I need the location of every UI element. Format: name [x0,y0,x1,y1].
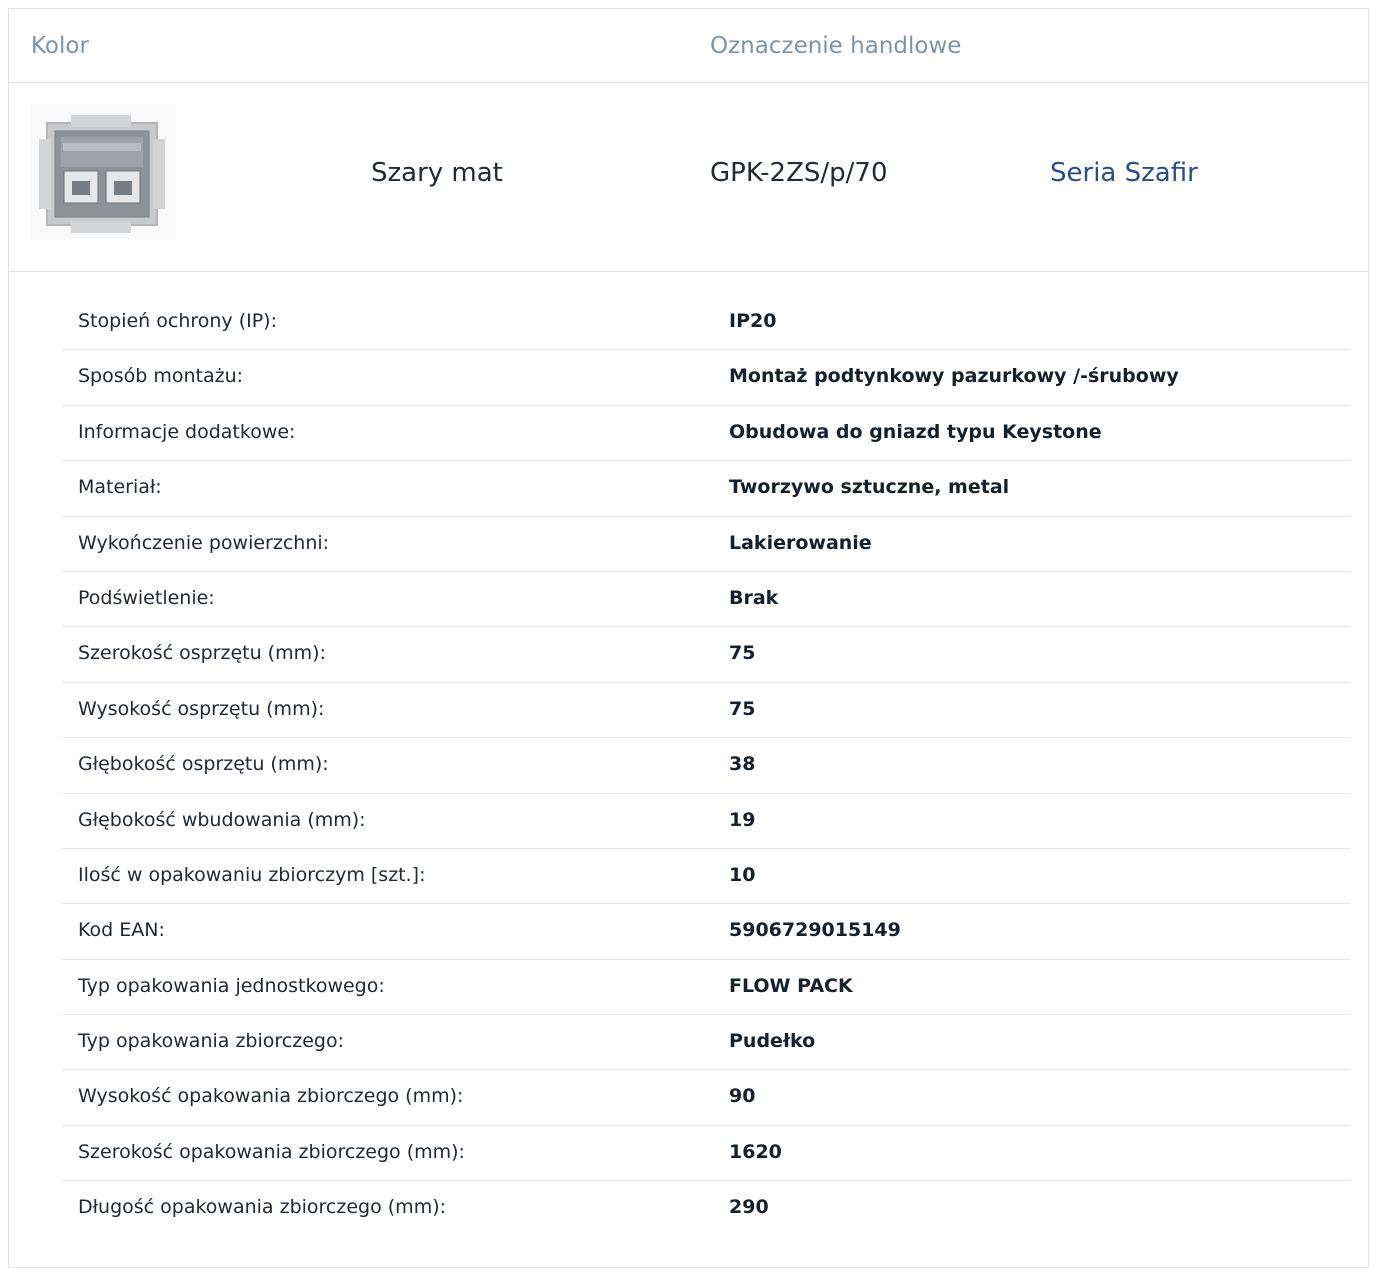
spec-label: Materiał: [78,476,162,499]
product-color: Szary mat [371,158,503,188]
spec-label: Typ opakowania zbiorczego: [78,1030,344,1053]
spec-value: Pudełko [729,1030,816,1053]
spec-label: Stopień ochrony (IP): [78,310,277,332]
header-trade-name: Oznaczenie handlowe [710,33,962,59]
spec-label: Sposób montażu: [78,365,244,388]
table-row: Podświetlenie: Brak [61,572,1350,628]
table-header: Kolor Oznaczenie handlowe [9,9,1368,83]
table-row: Głębokość wbudowania (mm): 19 [61,794,1350,849]
table-row: Typ opakowania zbiorczego: Pudełko [61,1015,1350,1071]
table-row: Materiał: Tworzywo sztuczne, metal [61,461,1350,517]
spec-label: Wysokość osprzętu (mm): [78,697,325,720]
spec-value: IP20 [729,310,777,332]
spec-value: Montaż podtynkowy pazurkowy /-śrubowy [729,365,1179,388]
table-row: Wysokość osprzętu (mm): 75 [61,683,1350,739]
spec-value: 290 [729,1196,769,1219]
series-link[interactable]: Seria Szafir [1050,158,1198,188]
spec-label: Szerokość osprzętu (mm): [78,642,326,665]
spec-value: 5906729015149 [729,919,901,942]
spec-label: Szerokość opakowania zbiorczego (mm): [78,1140,465,1163]
spec-label: Długość opakowania zbiorczego (mm): [78,1196,447,1219]
spec-value: 1620 [729,1140,782,1163]
table-row: Szerokość opakowania zbiorczego (mm): 162… [61,1126,1350,1182]
spec-label: Wysokość opakowania zbiorczego (mm): [78,1085,464,1108]
table-row: Sposób montażu: Montaż podtynkowy pazurko… [61,350,1350,406]
spec-label: Informacje dodatkowe: [78,420,296,443]
spec-value: 90 [729,1085,756,1108]
table-row: Wysokość opakowania zbiorczego (mm): 90 [61,1070,1350,1126]
specs-table: Stopień ochrony (IP): IP20 Sposób montażu:… [61,295,1350,1237]
spec-value: 10 [729,863,756,886]
product-code: GPK-2ZS/p/70 [710,158,888,188]
spec-label: Wykończenie powierzchni: [78,531,330,554]
spec-value: 19 [729,808,756,831]
spec-value: 75 [729,642,756,665]
spec-value: Obudowa do gniazd typu Keystone [729,420,1102,443]
spec-value: FLOW PACK [729,974,853,997]
spec-value: Tworzywo sztuczne, metal [729,476,1010,499]
spec-value: 75 [729,697,756,720]
spec-value: 38 [729,753,756,776]
spec-value: Lakierowanie [729,531,872,554]
table-row: Długość opakowania zbiorczego (mm): 290 [61,1181,1350,1236]
table-row: Szerokość osprzętu (mm): 75 [61,627,1350,683]
table-row: Kod EAN: 5906729015149 [61,904,1350,960]
spec-label: Głębokość wbudowania (mm): [78,808,366,831]
spec-label: Podświetlenie: [78,586,215,609]
product-row: Szary mat GPK-2ZS/p/70 Seria Szafir [9,83,1368,272]
spec-label: Głębokość osprzętu (mm): [78,753,329,776]
table-row: Wykończenie powierzchni: Lakierowanie [61,517,1350,572]
table-row: Głębokość osprzętu (mm): 38 [61,738,1350,794]
table-row: Stopień ochrony (IP): IP20 [61,295,1350,351]
spec-label: Typ opakowania jednostkowego: [78,974,385,997]
product-panel: Kolor Oznaczenie handlowe Szary mat GPK-… [8,8,1369,1268]
spec-label: Kod EAN: [78,919,165,942]
table-row: Ilość w opakowaniu zbiorczym [szt.]: 10 [61,849,1350,905]
table-row: Typ opakowania jednostkowego: FLOW PACK [61,960,1350,1016]
product-image [31,105,176,239]
spec-value: Brak [729,586,779,609]
socket-frame-icon [39,115,165,233]
table-row: Informacje dodatkowe: Obudowa do gniazd t… [61,406,1350,462]
header-color: Kolor [31,33,89,59]
spec-label: Ilość w opakowaniu zbiorczym [szt.]: [78,863,426,886]
